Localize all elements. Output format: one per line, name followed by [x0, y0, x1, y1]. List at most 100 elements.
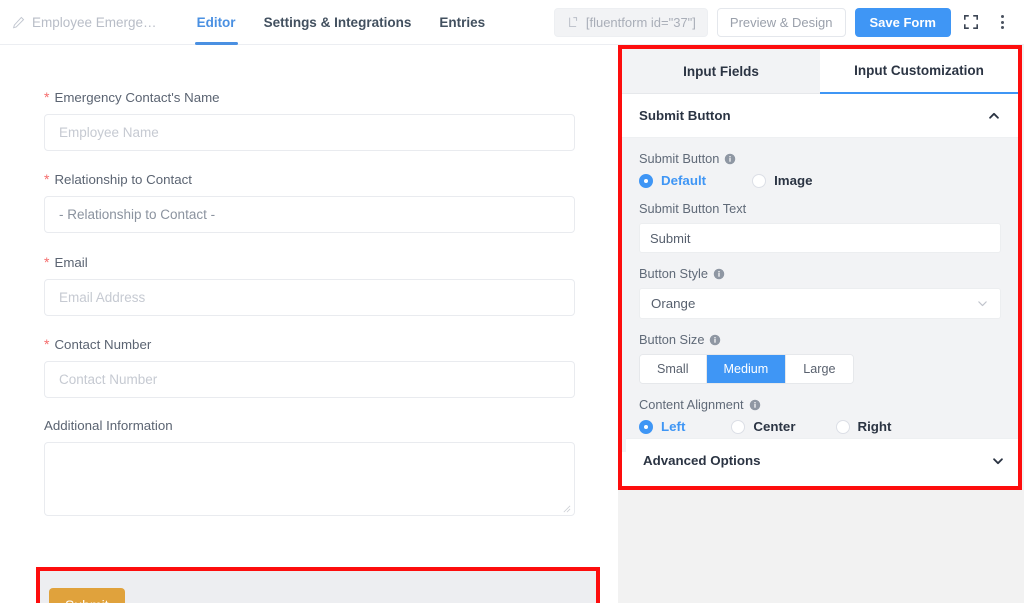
shortcode-icon [566, 16, 579, 29]
radio-label: Image [774, 173, 812, 188]
tab-settings-integrations-label: Settings & Integrations [264, 15, 412, 30]
info-icon[interactable] [749, 399, 761, 411]
radio-indicator [731, 420, 745, 434]
submit-button-highlight-box: Submit [36, 567, 600, 603]
input-email-address[interactable]: Email Address [44, 279, 575, 316]
radio-label: Left [661, 419, 685, 434]
tab-input-fields[interactable]: Input Fields [622, 49, 820, 94]
seg-label: Large [803, 362, 835, 376]
top-toolbar: Employee Emerge… Editor Settings & Integ… [0, 0, 1024, 45]
seg-label: Medium [724, 362, 769, 376]
info-icon[interactable] [709, 334, 721, 346]
tab-settings-integrations[interactable]: Settings & Integrations [250, 0, 426, 45]
submit-button-label: Submit [65, 597, 109, 603]
button-size-large[interactable]: Large [786, 355, 852, 383]
more-options-button[interactable] [991, 11, 1013, 33]
option-label-content-alignment: Content Alignment [639, 397, 1001, 412]
more-vertical-icon [1001, 15, 1004, 29]
section-advanced-options-header[interactable]: Advanced Options [626, 438, 1022, 482]
tab-input-customization[interactable]: Input Customization [820, 49, 1018, 94]
select-button-style[interactable]: Orange [639, 288, 1001, 319]
option-label-text: Button Size [639, 332, 704, 347]
section-submit-button-header[interactable]: Submit Button [622, 94, 1018, 138]
tab-entries[interactable]: Entries [425, 0, 499, 45]
radio-align-right[interactable]: Right [836, 419, 892, 434]
radio-align-left[interactable]: Left [639, 419, 685, 434]
section-advanced-options-title: Advanced Options [643, 453, 760, 468]
tab-editor[interactable]: Editor [183, 0, 250, 45]
required-asterisk: * [44, 255, 49, 269]
input-placeholder: Contact Number [59, 372, 157, 387]
field-label: * Emergency Contact's Name [44, 90, 575, 105]
info-icon[interactable] [724, 153, 736, 165]
field-label: * Email [44, 255, 575, 270]
radio-submit-image[interactable]: Image [752, 173, 812, 188]
input-employee-name[interactable]: Employee Name [44, 114, 575, 151]
select-value: Orange [651, 296, 695, 311]
chevron-down-icon [976, 297, 989, 310]
preview-design-button[interactable]: Preview & Design [717, 8, 846, 37]
input-contact-number[interactable]: Contact Number [44, 361, 575, 398]
radio-label: Default [661, 173, 706, 188]
preview-design-label: Preview & Design [730, 15, 833, 30]
button-size-small[interactable]: Small [640, 355, 707, 383]
resize-handle-icon[interactable] [562, 504, 571, 513]
radio-indicator [836, 420, 850, 434]
field-relationship-to-contact: * Relationship to Contact - Relationship… [44, 172, 575, 233]
field-label: Additional Information [44, 418, 575, 433]
radio-submit-default[interactable]: Default [639, 173, 706, 188]
field-label-text: Email [54, 255, 87, 270]
input-value: Submit [650, 231, 690, 246]
option-label-text: Submit Button [639, 151, 719, 166]
form-title[interactable]: Employee Emerge… [12, 15, 157, 30]
input-placeholder: Email Address [59, 290, 145, 305]
radio-indicator [639, 174, 653, 188]
section-submit-button-body: Submit Button Default Image [622, 138, 1018, 452]
input-submit-button-text[interactable]: Submit [639, 223, 1001, 253]
field-label-text: Contact Number [54, 337, 151, 352]
save-form-label: Save Form [870, 15, 936, 30]
settings-column: Input Fields Input Customization Submit … [618, 45, 1024, 603]
field-label-text: Additional Information [44, 418, 173, 433]
tab-entries-label: Entries [439, 15, 485, 30]
app-root: Employee Emerge… Editor Settings & Integ… [0, 0, 1024, 603]
select-relationship-to-contact[interactable]: - Relationship to Contact - [44, 196, 575, 233]
input-placeholder: Employee Name [59, 125, 159, 140]
save-form-button[interactable]: Save Form [855, 8, 951, 37]
field-label-text: Emergency Contact's Name [54, 90, 219, 105]
section-submit-button-title: Submit Button [639, 108, 731, 123]
info-icon[interactable] [713, 268, 725, 280]
fullscreen-icon [963, 14, 979, 30]
option-label-button-size: Button Size [639, 332, 1001, 347]
textarea-additional-information[interactable] [44, 442, 575, 516]
option-label-text: Content Alignment [639, 397, 744, 412]
option-label-button-style: Button Style [639, 266, 1001, 281]
submit-button[interactable]: Submit [49, 588, 125, 603]
required-asterisk: * [44, 337, 49, 351]
radio-label: Right [858, 419, 892, 434]
tab-editor-label: Editor [197, 15, 236, 30]
field-label: * Relationship to Contact [44, 172, 575, 187]
tab-input-fields-label: Input Fields [683, 64, 759, 79]
tab-input-customization-label: Input Customization [854, 63, 984, 78]
radio-label: Center [753, 419, 795, 434]
field-label-text: Relationship to Contact [54, 172, 191, 187]
field-additional-information: Additional Information [44, 418, 575, 516]
required-asterisk: * [44, 172, 49, 186]
radio-indicator [639, 420, 653, 434]
button-size-medium[interactable]: Medium [707, 355, 787, 383]
shortcode-field[interactable]: [fluentform id="37"] [554, 8, 708, 37]
form-title-text: Employee Emerge… [32, 15, 157, 30]
chevron-down-icon [991, 454, 1005, 468]
fullscreen-button[interactable] [960, 11, 982, 33]
radio-align-center[interactable]: Center [731, 419, 795, 434]
select-value: - Relationship to Contact - [59, 207, 215, 222]
main-nav-tabs: Editor Settings & Integrations Entries [183, 0, 500, 45]
radio-group-submit-button-type: Default Image [639, 173, 1001, 188]
option-label-text: Submit Button Text [639, 201, 746, 216]
field-email: * Email Email Address [44, 255, 575, 316]
pencil-icon [12, 16, 25, 29]
field-label: * Contact Number [44, 337, 575, 352]
seg-label: Small [657, 362, 689, 376]
field-contact-number: * Contact Number Contact Number [44, 337, 575, 398]
